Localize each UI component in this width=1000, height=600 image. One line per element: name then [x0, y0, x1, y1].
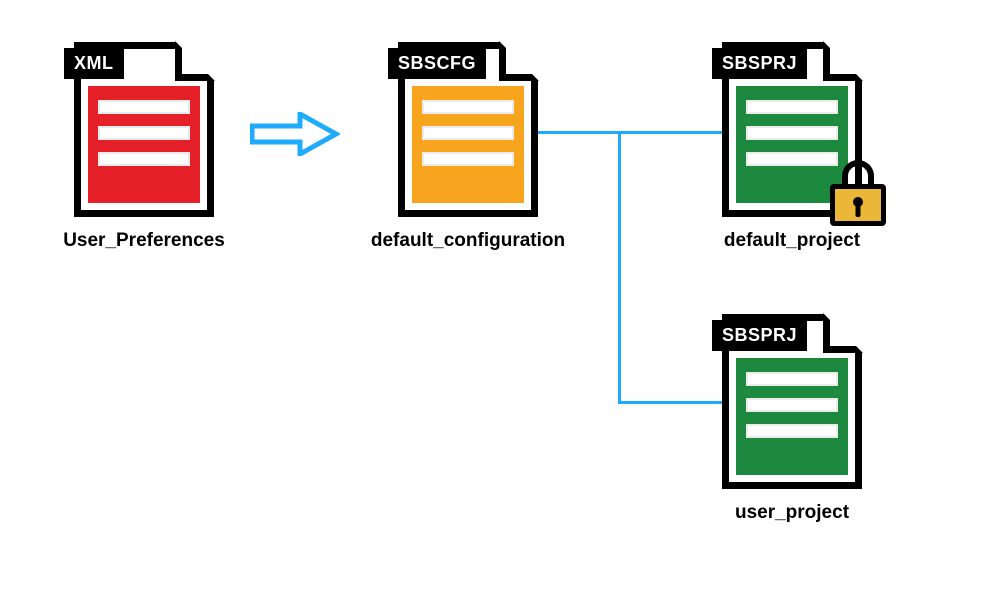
file-fold-corner [499, 41, 539, 81]
file-label: User_Preferences [63, 230, 225, 252]
file-line [422, 152, 514, 166]
file-user-project: SBSPRJ user_project [722, 314, 862, 489]
file-line [746, 372, 838, 386]
file-fold-corner [823, 41, 863, 81]
file-line [746, 398, 838, 412]
file-line [746, 424, 838, 438]
lock-keyhole-stem [856, 203, 861, 217]
file-line [746, 152, 838, 166]
file-line [98, 126, 190, 140]
file-user-preferences: XML User_Preferences [74, 42, 214, 217]
connector-line [618, 401, 722, 404]
file-line [746, 126, 838, 140]
lock-body [830, 184, 886, 226]
file-type-tag: XML [64, 48, 124, 79]
file-line [98, 100, 190, 114]
file-body [88, 86, 200, 203]
file-line [746, 100, 838, 114]
file-line [422, 100, 514, 114]
file-line [98, 152, 190, 166]
connector-line [618, 131, 621, 403]
file-type-tag: SBSPRJ [712, 320, 807, 351]
file-body [412, 86, 524, 203]
file-type-tag: SBSPRJ [712, 48, 807, 79]
lock-icon [830, 160, 886, 226]
file-label: default_configuration [371, 230, 565, 252]
file-type-tag: SBSCFG [388, 48, 486, 79]
file-fold-corner [823, 313, 863, 353]
file-body [736, 358, 848, 475]
connector-line [538, 131, 722, 134]
file-default-project: SBSPRJ default_project [722, 42, 862, 217]
file-fold-corner [175, 41, 215, 81]
file-label: default_project [724, 230, 860, 252]
arrow-icon [250, 112, 340, 156]
file-label: user_project [735, 502, 849, 524]
file-line [422, 126, 514, 140]
file-default-configuration: SBSCFG default_configuration [398, 42, 538, 217]
